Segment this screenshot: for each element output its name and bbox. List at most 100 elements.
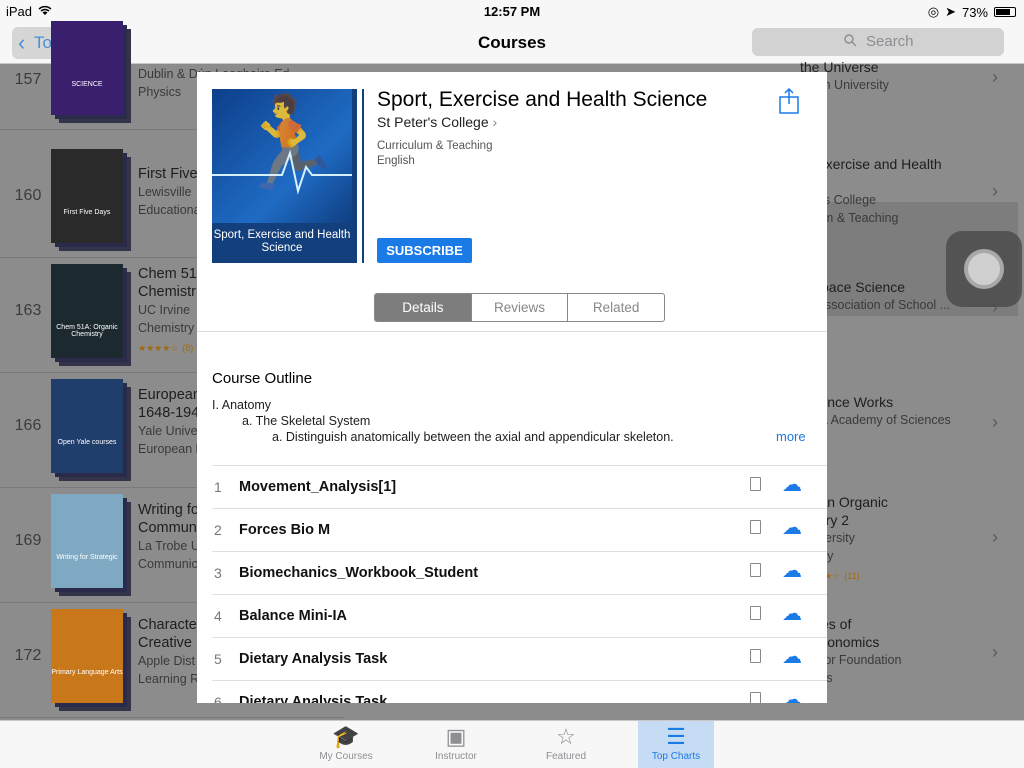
- tab-label: Top Charts: [651, 751, 701, 762]
- detail-segmented-control: Details Reviews Related: [374, 293, 665, 322]
- chevron-right-icon: ›: [992, 642, 998, 662]
- location-icon: ➤: [945, 4, 956, 19]
- rotation-lock-icon: ◎: [927, 4, 940, 19]
- document-icon: [750, 520, 761, 534]
- chevron-right-icon: ›: [492, 114, 498, 130]
- item-number: 2: [214, 522, 222, 538]
- cloud-download-icon[interactable]: ☁: [782, 472, 802, 497]
- rank-number: 160: [14, 187, 42, 204]
- course-cover: Primary Language Arts: [51, 609, 123, 703]
- item-number: 3: [214, 565, 222, 581]
- course-cover: SCIENCE: [51, 21, 123, 115]
- document-icon: [750, 563, 761, 577]
- course-provider: Apple Dist: [138, 654, 195, 668]
- item-name: Movement_Analysis[1]: [239, 479, 397, 495]
- chevron-right-icon: ›: [992, 181, 998, 201]
- heartbeat-line-icon: [212, 149, 352, 195]
- cloud-download-icon[interactable]: ☁: [782, 558, 802, 583]
- tab-featured[interactable]: ☆ Featured: [528, 721, 604, 768]
- cover-caption: Sport, Exercise and Health Science: [212, 223, 352, 263]
- course-title: Writing fo: [138, 502, 199, 518]
- course-detail-modal: 🏃 Sport, Exercise and Health Science Spo…: [197, 72, 827, 703]
- tab-details[interactable]: Details: [375, 294, 471, 321]
- rating-stars: ★★★★☆: [138, 343, 179, 353]
- list-item[interactable]: 3 Biomechanics_Workbook_Student ☁: [212, 551, 827, 594]
- outline-line: a. The Skeletal System: [242, 414, 371, 428]
- chevron-right-icon: ›: [992, 67, 998, 87]
- rating-count: (8): [182, 343, 194, 353]
- course-cover: Writing for Strategic: [51, 494, 123, 588]
- search-input[interactable]: Search: [752, 28, 1004, 56]
- outline-line: a. Distinguish anatomically between the …: [272, 430, 674, 444]
- course-title-line2: 1648-194: [138, 405, 200, 421]
- chevron-right-icon: ›: [992, 527, 998, 547]
- rank-number: 166: [14, 417, 42, 434]
- course-provider: Lewisville: [138, 185, 192, 199]
- course-category: Educationa: [138, 203, 201, 217]
- course-title: First Five: [138, 166, 198, 182]
- item-number: 4: [214, 608, 222, 624]
- course-cover: First Five Days: [51, 149, 123, 243]
- rank-number: 169: [14, 532, 42, 549]
- tab-top-charts[interactable]: ☰ Top Charts: [638, 721, 714, 768]
- search-icon: [844, 28, 857, 56]
- battery-percentage: 73%: [961, 4, 988, 20]
- tab-related[interactable]: Related: [567, 294, 664, 321]
- document-icon: [750, 606, 761, 620]
- rank-number: 157: [14, 71, 42, 88]
- item-number: 1: [214, 479, 222, 495]
- assistive-touch-button[interactable]: [946, 231, 1022, 307]
- divider: [197, 331, 827, 332]
- item-name: Dietary Analysis Task: [239, 651, 388, 667]
- tab-bar: 🎓 My Courses ▣ Instructor ☆ Featured ☰ T…: [0, 720, 1024, 768]
- item-name: Biomechanics_Workbook_Student: [239, 565, 479, 581]
- course-outline-text: I. Anatomy a. The Skeletal System a. Dis…: [212, 397, 674, 445]
- chevron-right-icon: ›: [992, 412, 998, 432]
- document-icon: [750, 649, 761, 663]
- course-author-link[interactable]: St Peter's College ›: [377, 114, 497, 130]
- tab-my-courses[interactable]: 🎓 My Courses: [308, 721, 384, 768]
- list-icon: ☰: [666, 724, 686, 749]
- cloud-download-icon[interactable]: ☁: [782, 644, 802, 669]
- rank-number: 163: [14, 302, 42, 319]
- course-category: Curriculum & Teaching: [377, 140, 493, 152]
- list-item[interactable]: 1 Movement_Analysis[1] ☁: [212, 465, 827, 508]
- cloud-download-icon[interactable]: ☁: [782, 687, 802, 703]
- share-icon[interactable]: [779, 87, 799, 120]
- tab-label: My Courses: [319, 751, 373, 762]
- course-category: Learning R: [138, 672, 200, 686]
- course-category: Communic: [138, 557, 198, 571]
- item-name: Dietary Analysis Task: [239, 694, 388, 703]
- more-link[interactable]: more: [776, 429, 806, 444]
- course-title: European: [138, 387, 201, 403]
- tab-instructor[interactable]: ▣ Instructor: [418, 721, 494, 768]
- course-cover-image: 🏃 Sport, Exercise and Health Science: [212, 89, 352, 263]
- item-name: Balance Mini-IA: [239, 608, 347, 624]
- cloud-download-icon[interactable]: ☁: [782, 515, 802, 540]
- tab-reviews[interactable]: Reviews: [470, 294, 568, 321]
- document-icon: [750, 477, 761, 491]
- course-cover: Chem 51A: Organic Chemistry: [51, 264, 123, 358]
- course-provider: La Trobe U: [138, 539, 200, 553]
- battery-icon: [994, 7, 1016, 17]
- list-item[interactable]: 5 Dietary Analysis Task ☁: [212, 637, 827, 680]
- list-item[interactable]: 2 Forces Bio M ☁: [212, 508, 827, 551]
- course-title-line2: Commun: [138, 520, 197, 536]
- rank-number: 172: [14, 647, 42, 664]
- star-icon: ☆: [556, 724, 576, 749]
- item-number: 5: [214, 651, 222, 667]
- item-number: 6: [214, 694, 222, 703]
- outline-line: I. Anatomy: [212, 398, 272, 412]
- course-title: Characte: [138, 617, 197, 633]
- subscribe-button[interactable]: SUBSCRIBE: [377, 238, 472, 263]
- course-language: English: [377, 155, 415, 167]
- list-item[interactable]: 6 Dietary Analysis Task ☁: [212, 680, 827, 703]
- list-item[interactable]: 4 Balance Mini-IA ☁: [212, 594, 827, 637]
- course-outline-heading: Course Outline: [212, 370, 313, 387]
- course-provider: Yale Unive: [138, 424, 198, 438]
- cloud-download-icon[interactable]: ☁: [782, 601, 802, 626]
- course-title: Sport, Exercise and Health Science: [377, 88, 708, 111]
- course-cover: Open Yale courses: [51, 379, 123, 473]
- course-category: European h: [138, 442, 203, 456]
- search-placeholder: Search: [866, 33, 914, 50]
